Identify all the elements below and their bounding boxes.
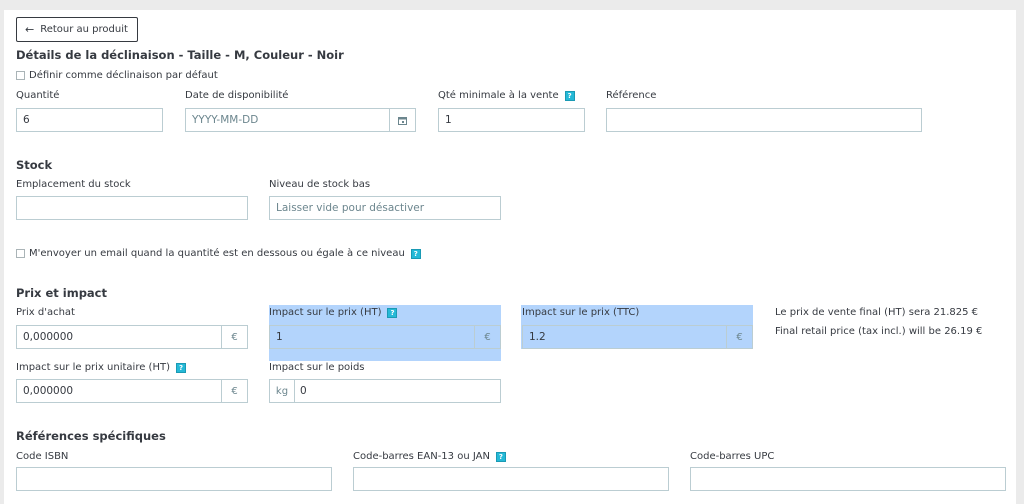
- impact-price-ttc-label: Impact sur le prix (TTC): [522, 307, 640, 318]
- impact-price-ttc-input[interactable]: 1.2 €: [522, 325, 753, 349]
- stock-location-label: Emplacement du stock: [16, 179, 131, 190]
- impact-price-ht-label: Impact sur le prix (HT) ?: [269, 307, 398, 318]
- purchase-price-input[interactable]: 0,000000 €: [16, 325, 248, 349]
- unit-price-impact-input[interactable]: 0,000000 €: [16, 379, 248, 403]
- low-stock-email-label: M'envoyer un email quand la quantité est…: [29, 248, 405, 259]
- upc-input[interactable]: [690, 467, 1006, 491]
- checkbox-box[interactable]: [16, 71, 25, 80]
- availability-date-input[interactable]: YYYY-MM-DD: [185, 108, 416, 132]
- unit-price-impact-label: Impact sur le prix unitaire (HT) ?: [16, 362, 186, 373]
- purchase-price-label: Prix d'achat: [16, 307, 75, 318]
- min-qty-input[interactable]: 1: [438, 108, 585, 132]
- availability-date-placeholder: YYYY-MM-DD: [192, 114, 259, 126]
- stock-heading: Stock: [16, 158, 53, 172]
- euro-addon: €: [221, 380, 247, 402]
- quantity-label: Quantité: [16, 90, 60, 101]
- impact-ht-label-text: Impact sur le prix (HT): [269, 307, 382, 318]
- arrow-left-icon: ←: [25, 23, 35, 36]
- kg-addon: kg: [270, 380, 295, 402]
- impact-ttc-value: 1.2: [529, 331, 546, 343]
- back-to-product-button[interactable]: ← Retour au produit: [16, 17, 138, 42]
- help-icon[interactable]: ?: [387, 307, 398, 318]
- final-price-ttc-text: Final retail price (tax incl.) will be 2…: [775, 326, 983, 337]
- reference-label: Référence: [606, 90, 657, 101]
- euro-addon: €: [726, 326, 752, 348]
- isbn-label: Code ISBN: [16, 451, 69, 462]
- stock-location-input[interactable]: [16, 196, 248, 220]
- ean-input[interactable]: [353, 467, 669, 491]
- euro-addon: €: [221, 326, 247, 348]
- min-qty-label: Qté minimale à la vente ?: [438, 90, 575, 101]
- unit-price-label-text: Impact sur le prix unitaire (HT): [16, 362, 170, 373]
- weight-value: 0: [300, 385, 307, 397]
- weight-impact-label: Impact sur le poids: [269, 362, 365, 373]
- default-checkbox-label: Définir comme déclinaison par défaut: [29, 70, 218, 81]
- help-icon[interactable]: ?: [564, 90, 575, 101]
- low-stock-label: Niveau de stock bas: [269, 179, 371, 190]
- weight-impact-input[interactable]: kg 0: [269, 379, 501, 403]
- purchase-price-value: 0,000000: [23, 331, 74, 343]
- final-price-ht-text: Le prix de vente final (HT) sera 21.825 …: [775, 307, 979, 318]
- isbn-input[interactable]: [16, 467, 332, 491]
- combination-title: Détails de la déclinaison - Taille - M, …: [16, 48, 344, 62]
- impact-price-ht-input[interactable]: 1 €: [269, 325, 501, 349]
- calendar-icon[interactable]: [389, 109, 415, 131]
- unit-price-value: 0,000000: [23, 385, 74, 397]
- low-stock-input[interactable]: Laisser vide pour désactiver: [269, 196, 501, 220]
- upc-label: Code-barres UPC: [690, 451, 775, 462]
- quantity-value: 6: [23, 114, 30, 126]
- low-stock-email-checkbox[interactable]: M'envoyer un email quand la quantité est…: [16, 248, 421, 259]
- impact-ht-value: 1: [276, 331, 283, 343]
- help-icon[interactable]: ?: [175, 362, 186, 373]
- ean-label-text: Code-barres EAN-13 ou JAN: [353, 451, 490, 462]
- min-qty-value: 1: [445, 114, 452, 126]
- quantity-input[interactable]: 6: [16, 108, 163, 132]
- help-icon[interactable]: ?: [410, 248, 421, 259]
- back-button-label: Retour au produit: [40, 24, 128, 35]
- low-stock-placeholder: Laisser vide pour désactiver: [276, 202, 425, 214]
- price-impact-heading: Prix et impact: [16, 286, 107, 300]
- ean-label: Code-barres EAN-13 ou JAN ?: [353, 451, 506, 462]
- checkbox-box[interactable]: [16, 249, 25, 258]
- help-icon[interactable]: ?: [495, 451, 506, 462]
- reference-input[interactable]: [606, 108, 922, 132]
- min-qty-label-text: Qté minimale à la vente: [438, 90, 559, 101]
- default-combination-checkbox[interactable]: Définir comme déclinaison par défaut: [16, 70, 218, 81]
- specific-references-heading: Références spécifiques: [16, 429, 166, 443]
- availability-date-label: Date de disponibilité: [185, 90, 289, 101]
- euro-addon: €: [474, 326, 500, 348]
